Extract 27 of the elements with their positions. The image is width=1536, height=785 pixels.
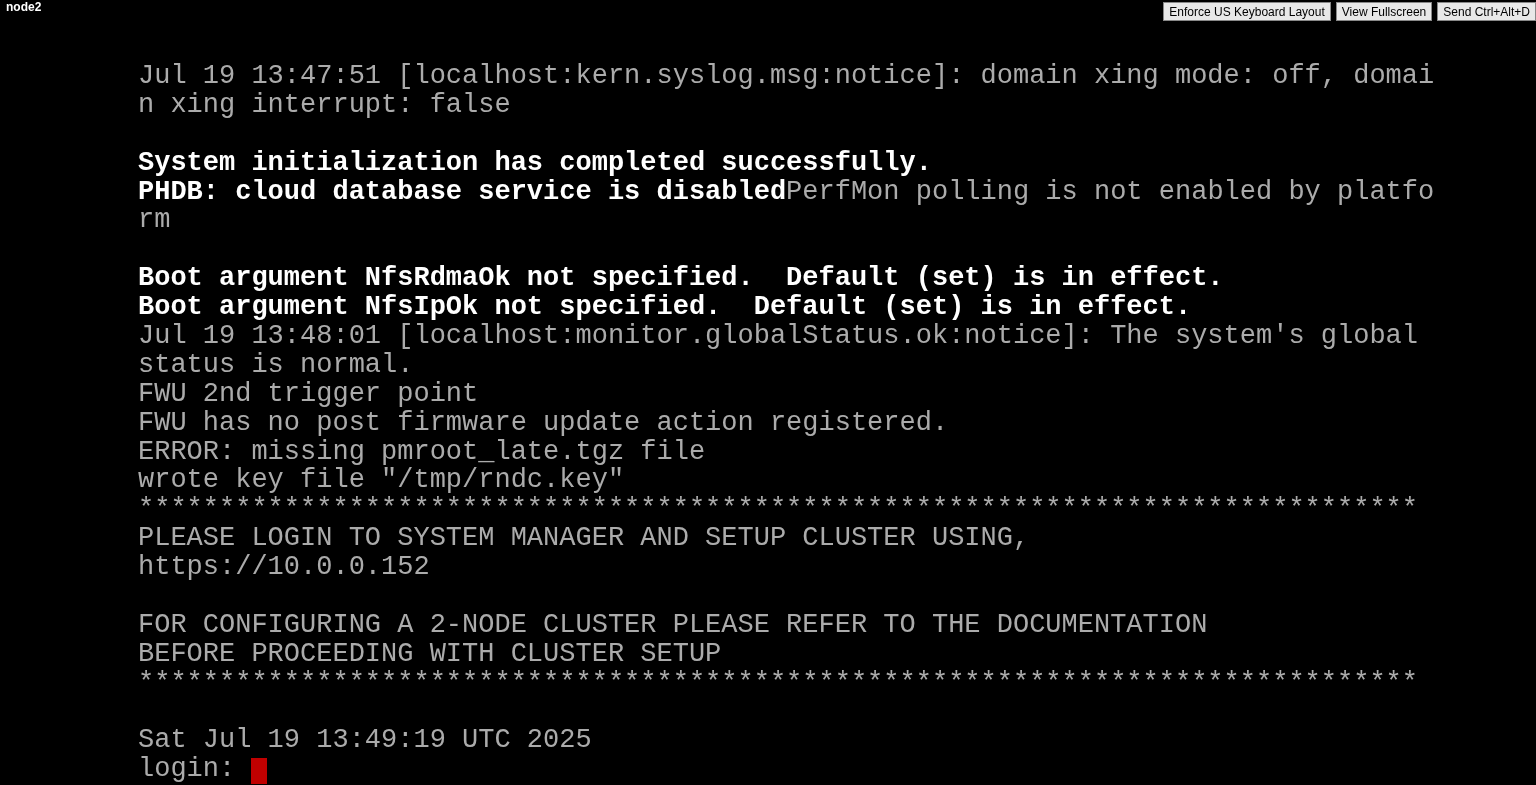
toolbar-button[interactable]: View Fullscreen: [1335, 2, 1433, 21]
console-text: Jul 19 13:48:01 [localhost:monitor.globalStatus.ok:notice]: The system's global: [138, 322, 1418, 351]
window-title: node2: [6, 0, 42, 14]
console-text: BEFORE PROCEEDING WITH CLUSTER SETUP: [138, 639, 722, 669]
console-text: Sat Jul 19 13:49:19 UTC 2025: [138, 726, 592, 756]
console-text: FOR CONFIGURING A 2-NODE CLUSTER PLEASE REFER TO THE DOCUMENTATION: [138, 610, 1208, 640]
console-text: FWU has no post firmware update action registered.: [138, 408, 949, 438]
console-text: status is normal.: [138, 350, 414, 380]
console-text: PHDB: cloud database service is disabled: [138, 177, 787, 207]
console-text: wrote key file "/tmp/rndc.key": [138, 466, 625, 496]
console-text: n xing interrupt: false: [138, 90, 511, 120]
console-text: Boot argument NfsRdmaOk not specified. Default (set) is in effect.: [138, 264, 1224, 294]
text-cursor: [251, 758, 268, 785]
console-text: System initialization has completed successfully.: [138, 148, 932, 178]
toolbar-button[interactable]: Send Ctrl+Alt+D: [1437, 2, 1536, 21]
console-text: rm: [138, 206, 171, 236]
console-text: https://10.0.0.152: [138, 553, 430, 583]
console-text: Boot argument NfsIpOk not specified. Default (set) is in effect.: [138, 293, 1192, 322]
console-text: ERROR: missing pmroot_late.tgz file: [138, 437, 706, 467]
console-text: login:: [138, 755, 236, 785]
toolbar-button[interactable]: Enforce US Keyboard Layout: [1163, 2, 1331, 21]
console-text: FWU 2nd trigger point: [138, 379, 479, 409]
console-text: Jul 19 13:47:51 [localhost:kern.syslog.msg:notice]: domain xing mode: off, domai: [138, 62, 1435, 91]
console-text: *******************************************************************************: [138, 495, 1418, 525]
console-text: PLEASE LOGIN TO SYSTEM MANAGER AND SETUP CLUSTER USING,: [138, 524, 1030, 554]
console-text: *******************************************************************************: [138, 668, 1418, 698]
console-text: PerfMon polling is not enabled by platfo: [786, 177, 1435, 207]
